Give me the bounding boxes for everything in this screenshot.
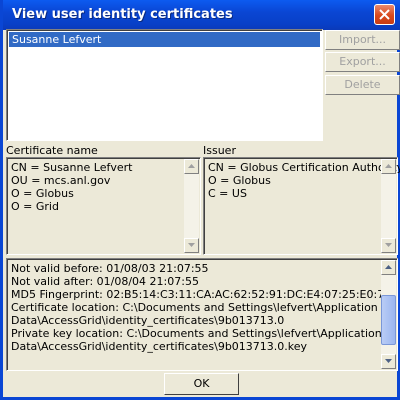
- scroll-down-button[interactable]: [381, 238, 396, 253]
- certificate-name-box[interactable]: CN = Susanne Lefvert OU = mcs.anl.gov O …: [6, 157, 201, 255]
- export-button[interactable]: Export...: [325, 52, 400, 72]
- scroll-down-button[interactable]: [381, 354, 396, 369]
- scroll-up-icon: [385, 265, 392, 269]
- scroll-up-icon: [385, 164, 392, 168]
- detail-line: Not valid before: 01/08/03 21:07:55: [11, 262, 209, 275]
- details-box[interactable]: Not valid before: 01/08/03 21:07:55 Not …: [6, 258, 398, 371]
- close-icon: [379, 9, 390, 20]
- detail-line: Data\AccessGrid\identity_certificates\9b…: [11, 340, 308, 353]
- issuer-text: CN = Globus Certification Authority O = …: [208, 161, 400, 200]
- ok-button[interactable]: OK: [164, 373, 239, 395]
- issuer-line: C = US: [208, 187, 247, 200]
- delete-button[interactable]: Delete: [325, 75, 400, 95]
- issuer-box[interactable]: CN = Globus Certification Authority O = …: [203, 157, 400, 255]
- scroll-up-icon: [188, 164, 195, 168]
- vertical-scrollbar[interactable]: [381, 260, 396, 369]
- cert-line: CN = Susanne Lefvert: [11, 161, 133, 174]
- detail-line: Private key location: C:\Documents and S…: [11, 327, 382, 340]
- detail-line: Data\AccessGrid\identity_certificates\9b…: [11, 314, 285, 327]
- details-text: Not valid before: 01/08/03 21:07:55 Not …: [11, 262, 391, 353]
- cert-line: O = Grid: [11, 200, 59, 213]
- certificate-name-text: CN = Susanne Lefvert OU = mcs.anl.gov O …: [11, 161, 132, 213]
- detail-line: Certificate location: C:\Documents and S…: [11, 301, 378, 314]
- import-button[interactable]: Import...: [325, 30, 400, 50]
- user-list[interactable]: Susanne Lefvert: [6, 29, 323, 141]
- detail-line: Not valid after: 01/08/04 21:07:55: [11, 275, 199, 288]
- cert-line: O = Globus: [11, 187, 74, 200]
- scroll-down-icon: [385, 243, 392, 247]
- list-item[interactable]: Susanne Lefvert: [9, 32, 320, 47]
- scroll-down-icon: [385, 359, 392, 363]
- issuer-label: Issuer: [203, 144, 236, 157]
- issuer-line: O = Globus: [208, 174, 271, 187]
- scrollbar-thumb[interactable]: [381, 295, 396, 345]
- vertical-scrollbar[interactable]: [381, 159, 396, 253]
- issuer-line: CN = Globus Certification Authority: [208, 161, 400, 174]
- vertical-scrollbar[interactable]: [184, 159, 199, 253]
- scroll-down-button[interactable]: [184, 238, 199, 253]
- detail-line: MD5 Fingerprint: 02:B5:14:C3:11:CA:AC:62…: [11, 288, 392, 301]
- scroll-down-icon: [188, 243, 195, 247]
- title-bar[interactable]: View user identity certificates: [3, 0, 400, 30]
- window-title: View user identity certificates: [12, 7, 233, 22]
- cert-line: OU = mcs.anl.gov: [11, 174, 111, 187]
- dialog-window: View user identity certificates Susanne …: [0, 0, 400, 400]
- scroll-up-button[interactable]: [184, 159, 199, 174]
- close-button[interactable]: [374, 4, 395, 25]
- scroll-up-button[interactable]: [381, 159, 396, 174]
- certificate-name-label: Certificate name: [6, 144, 98, 157]
- scroll-up-button[interactable]: [381, 260, 396, 275]
